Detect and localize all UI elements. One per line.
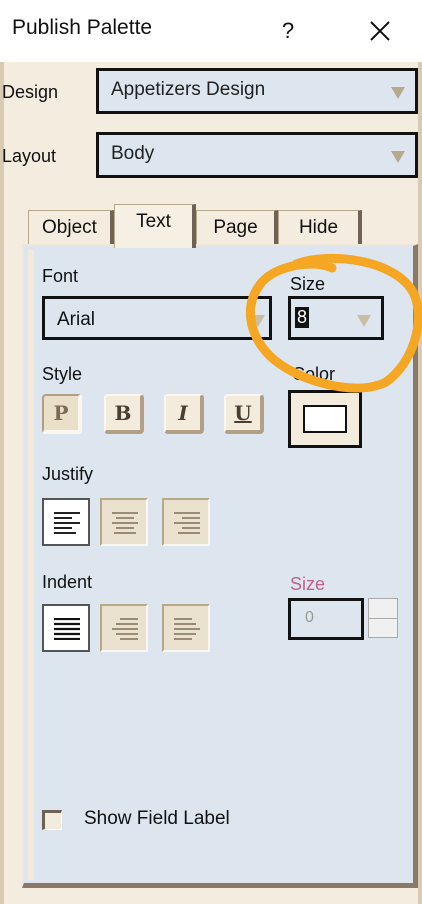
- indent-size-value: 0: [305, 609, 314, 626]
- size-dropdown[interactable]: 8: [288, 296, 384, 340]
- size-label: Size: [290, 274, 326, 294]
- indent-hanging-button[interactable]: [162, 604, 210, 652]
- underline-style-button[interactable]: U: [224, 394, 264, 434]
- text-tab-panel: [22, 244, 418, 888]
- close-icon: [370, 21, 390, 41]
- chevron-down-icon: [391, 151, 405, 163]
- window-border: [0, 62, 4, 904]
- color-picker-button[interactable]: [288, 390, 362, 448]
- show-field-label-checkbox[interactable]: [42, 810, 62, 830]
- indent-hanging-icon: [174, 618, 200, 640]
- font-dropdown[interactable]: Arial: [42, 296, 272, 340]
- stepper-up-arrow[interactable]: [369, 599, 397, 619]
- help-button[interactable]: ?: [273, 14, 303, 48]
- layout-value: Body: [111, 143, 155, 164]
- bold-style-button[interactable]: B: [104, 394, 144, 434]
- style-label: Style: [42, 364, 83, 384]
- window-title: Publish Palette: [12, 16, 153, 39]
- font-value: Arial: [57, 309, 96, 330]
- font-label: Font: [42, 266, 79, 286]
- plain-style-button[interactable]: P: [42, 394, 82, 434]
- color-swatch: [303, 405, 347, 433]
- justify-right-button[interactable]: [162, 498, 210, 546]
- tab-hide[interactable]: Hide: [278, 210, 362, 246]
- indent-first-line-icon: [112, 618, 138, 640]
- indent-full-button[interactable]: [42, 604, 90, 652]
- indent-size-label: Size: [290, 574, 326, 594]
- tab-object[interactable]: Object: [28, 210, 114, 246]
- color-label: Color: [292, 364, 336, 384]
- tab-text[interactable]: Text: [114, 204, 196, 248]
- justify-center-button[interactable]: [100, 498, 148, 546]
- size-value: 8: [295, 307, 310, 328]
- panel-edge: [28, 250, 34, 880]
- indent-full-icon: [54, 618, 80, 640]
- chevron-down-icon: [357, 315, 371, 327]
- design-value: Appetizers Design: [111, 79, 266, 100]
- justify-left-button[interactable]: [42, 498, 90, 546]
- tab-page[interactable]: Page: [196, 210, 278, 246]
- design-label: Design: [2, 82, 59, 102]
- show-field-label-text: Show Field Label: [84, 808, 230, 829]
- indent-label: Indent: [42, 572, 93, 592]
- align-left-icon: [54, 512, 80, 534]
- layout-dropdown[interactable]: Body: [96, 132, 418, 178]
- align-right-icon: [174, 512, 200, 534]
- stepper-down-arrow[interactable]: [369, 619, 397, 638]
- align-center-icon: [112, 512, 138, 534]
- indent-size-stepper[interactable]: [368, 598, 398, 638]
- justify-label: Justify: [42, 464, 94, 484]
- chevron-down-icon: [251, 315, 265, 327]
- close-button[interactable]: [360, 12, 400, 50]
- window-border: [418, 62, 422, 904]
- italic-style-button[interactable]: I: [164, 394, 204, 434]
- layout-label: Layout: [2, 146, 57, 166]
- design-dropdown[interactable]: Appetizers Design: [96, 68, 418, 114]
- indent-first-line-button[interactable]: [100, 604, 148, 652]
- indent-size-input[interactable]: 0: [288, 598, 364, 640]
- chevron-down-icon: [391, 87, 405, 99]
